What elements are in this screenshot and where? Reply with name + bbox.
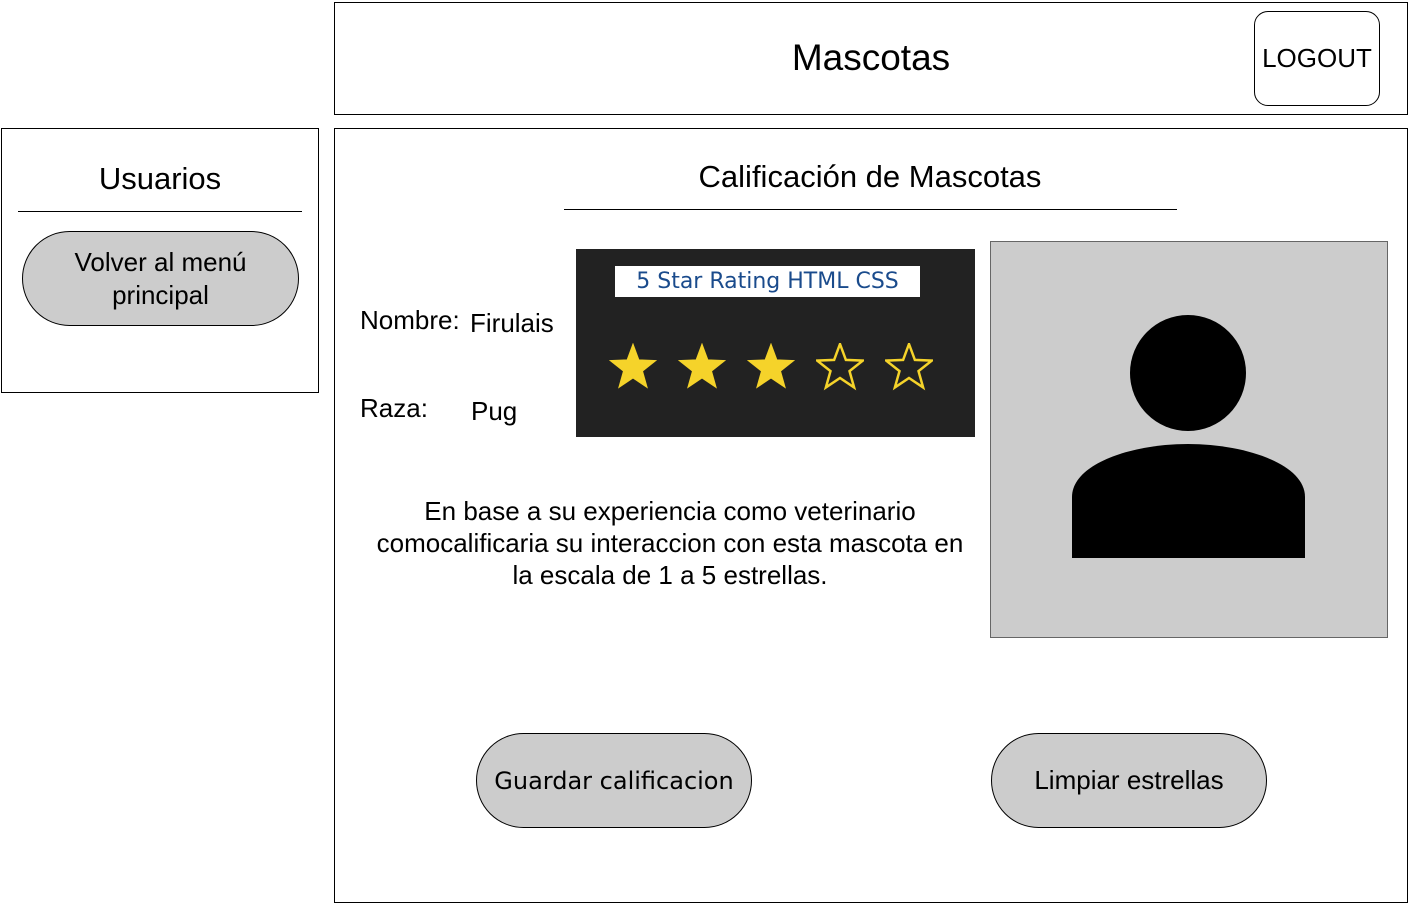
star-empty-icon[interactable] xyxy=(816,343,864,391)
name-label: Nombre: xyxy=(360,305,460,335)
name-value: Firulais xyxy=(470,308,554,338)
star-filled-icon[interactable] xyxy=(678,343,726,391)
star-filled-icon[interactable] xyxy=(747,343,795,391)
header-bar: Mascotas LOGOUT xyxy=(334,2,1408,115)
person-icon xyxy=(1072,315,1305,558)
clear-stars-button[interactable]: Limpiar estrellas xyxy=(991,733,1267,828)
main-panel: Calificación de Mascotas Nombre: Firulai… xyxy=(334,128,1408,903)
app-title: Mascotas xyxy=(791,37,951,78)
pet-photo-placeholder xyxy=(990,241,1388,638)
sidebar: Usuarios Volver al menú principal xyxy=(1,128,319,393)
save-rating-button[interactable]: Guardar calificacion xyxy=(476,733,752,828)
back-to-menu-button[interactable]: Volver al menú principal xyxy=(22,231,299,326)
sidebar-title: Usuarios xyxy=(98,161,222,196)
star-filled-icon[interactable] xyxy=(609,343,657,391)
logout-button[interactable]: LOGOUT xyxy=(1254,11,1380,106)
sidebar-divider xyxy=(18,211,302,212)
page-title: Calificación de Mascotas xyxy=(698,159,1042,194)
rating-instructions: En base a su experiencia como veterinari… xyxy=(376,496,964,590)
star-empty-icon[interactable] xyxy=(885,343,933,391)
star-rating-widget: 5 Star Rating HTML CSS xyxy=(576,249,975,437)
breed-label: Raza: xyxy=(360,393,428,423)
breed-value: Pug xyxy=(471,396,518,426)
rating-banner: 5 Star Rating HTML CSS xyxy=(615,266,920,297)
title-divider xyxy=(564,209,1177,210)
